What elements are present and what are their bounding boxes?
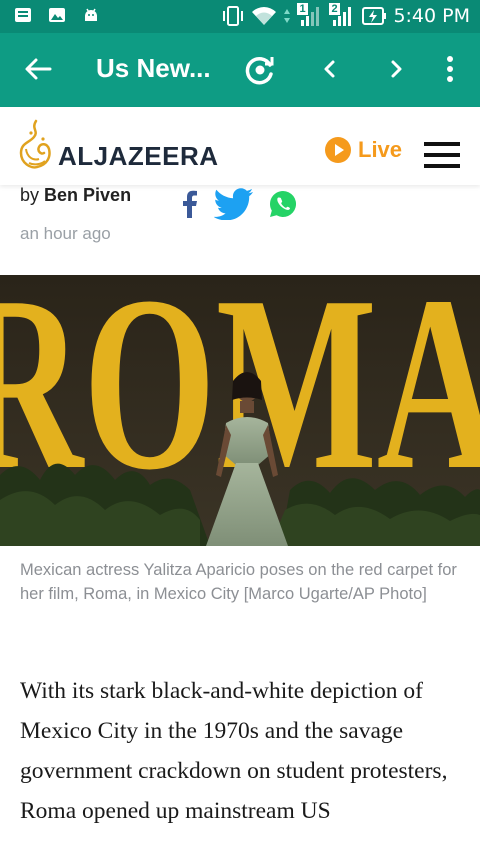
signal-icon — [301, 7, 320, 26]
photo-illustration: ROMA — [0, 275, 480, 546]
site-header: ALJAZEERA Live — [0, 107, 480, 185]
twitter-icon[interactable] — [214, 188, 254, 220]
data-arrows-icon — [284, 9, 291, 23]
notification-icon — [15, 8, 31, 22]
status-bar: 1 2 5:40 PM — [0, 0, 480, 33]
hamburger-icon[interactable] — [424, 140, 460, 170]
author-link[interactable]: Ben Piven — [44, 185, 131, 205]
signal-sim1: 1 — [297, 3, 323, 28]
battery-charging-icon — [362, 7, 387, 25]
whatsapp-icon[interactable] — [268, 189, 298, 219]
article-body: With its stark black-and-white depiction… — [20, 678, 448, 824]
wifi-icon — [252, 7, 277, 25]
time-ago: an hour ago — [20, 224, 111, 243]
gallery-icon — [49, 8, 65, 22]
byline: by Ben Piven — [20, 185, 131, 206]
vibrate-icon — [223, 6, 244, 26]
refresh-icon[interactable] — [243, 53, 277, 87]
share-bar — [178, 188, 298, 220]
more-vertical-icon[interactable] — [440, 53, 460, 87]
byline-prefix: by — [20, 185, 40, 205]
article-photo[interactable]: ROMA — [0, 275, 480, 546]
chevron-left-icon[interactable] — [316, 55, 344, 83]
toolbar-title[interactable]: Us New... — [96, 53, 211, 84]
live-label: Live — [358, 137, 403, 162]
logo-text[interactable]: ALJAZEERA — [58, 141, 219, 172]
signal-icon — [333, 7, 352, 26]
status-bar-left-icons — [14, 6, 100, 24]
chevron-right-icon[interactable] — [382, 55, 410, 83]
live-button[interactable]: Live — [324, 136, 402, 164]
aljazeera-logo-icon[interactable] — [17, 119, 55, 171]
status-bar-right-icons: 1 2 5:40 PM — [221, 3, 470, 28]
browser-toolbar: Us New... — [0, 33, 480, 107]
status-time: 5:40 PM — [393, 5, 470, 27]
play-icon — [325, 137, 351, 163]
android-icon — [85, 8, 97, 21]
arrow-left-icon[interactable] — [22, 53, 54, 85]
signal-sim2: 2 — [329, 3, 355, 28]
photo-caption: Mexican actress Yalitza Aparicio poses o… — [20, 561, 457, 603]
facebook-icon[interactable] — [178, 189, 200, 219]
